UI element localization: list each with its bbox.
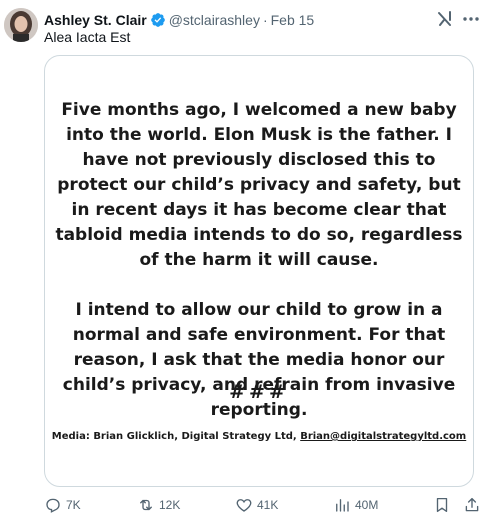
tweet[interactable]: Ashley St. Clair @stclairashley · Feb 15… xyxy=(0,0,489,524)
statement-text: Five months ago, I welcomed a new baby i… xyxy=(55,98,463,423)
share-button[interactable] xyxy=(463,496,485,514)
views-button[interactable]: 40M xyxy=(333,496,378,514)
reply-button[interactable]: 7K xyxy=(44,496,81,514)
tweet-text: Alea Iacta Est xyxy=(44,29,131,45)
views-icon xyxy=(336,499,349,512)
more-icon[interactable] xyxy=(461,9,481,29)
verified-badge-icon xyxy=(150,12,166,28)
bookmark-button[interactable] xyxy=(433,496,455,514)
grok-icon[interactable] xyxy=(435,9,455,29)
repost-button[interactable]: 12K xyxy=(137,496,180,514)
tweet-header: Ashley St. Clair @stclairashley · Feb 15 xyxy=(44,10,449,30)
views-count: 40M xyxy=(355,498,379,512)
author-name[interactable]: Ashley St. Clair xyxy=(44,12,147,28)
repost-count: 12K xyxy=(159,498,181,512)
share-icon xyxy=(465,497,479,512)
media-contact-email: Brian@digitalstrategyltd.com xyxy=(300,431,467,442)
reply-icon xyxy=(46,498,60,513)
action-bar: 7K 12K 41K 40M xyxy=(44,495,481,515)
reply-count: 7K xyxy=(66,498,81,512)
avatar[interactable] xyxy=(4,8,38,42)
repost-icon xyxy=(140,499,152,511)
avatar-image xyxy=(4,8,38,42)
post-date[interactable]: Feb 15 xyxy=(271,12,315,28)
like-button[interactable]: 41K xyxy=(235,496,278,514)
statement-hashes: ### xyxy=(229,381,289,403)
author-handle[interactable]: @stclairashley xyxy=(169,12,260,28)
like-icon xyxy=(236,499,252,512)
statement-paragraph-1: Five months ago, I welcomed a new baby i… xyxy=(55,100,463,270)
bookmark-icon xyxy=(436,497,448,513)
media-image[interactable]: Five months ago, I welcomed a new baby i… xyxy=(44,55,474,487)
like-count: 41K xyxy=(257,498,279,512)
media-contact: Media: Brian Glicklich, Digital Strategy… xyxy=(45,431,473,442)
statement-paragraph-2: I intend to allow our child to grow in a… xyxy=(62,300,456,420)
separator-dot: · xyxy=(262,12,268,28)
media-contact-prefix: Media: Brian Glicklich, Digital Strategy… xyxy=(51,431,301,442)
